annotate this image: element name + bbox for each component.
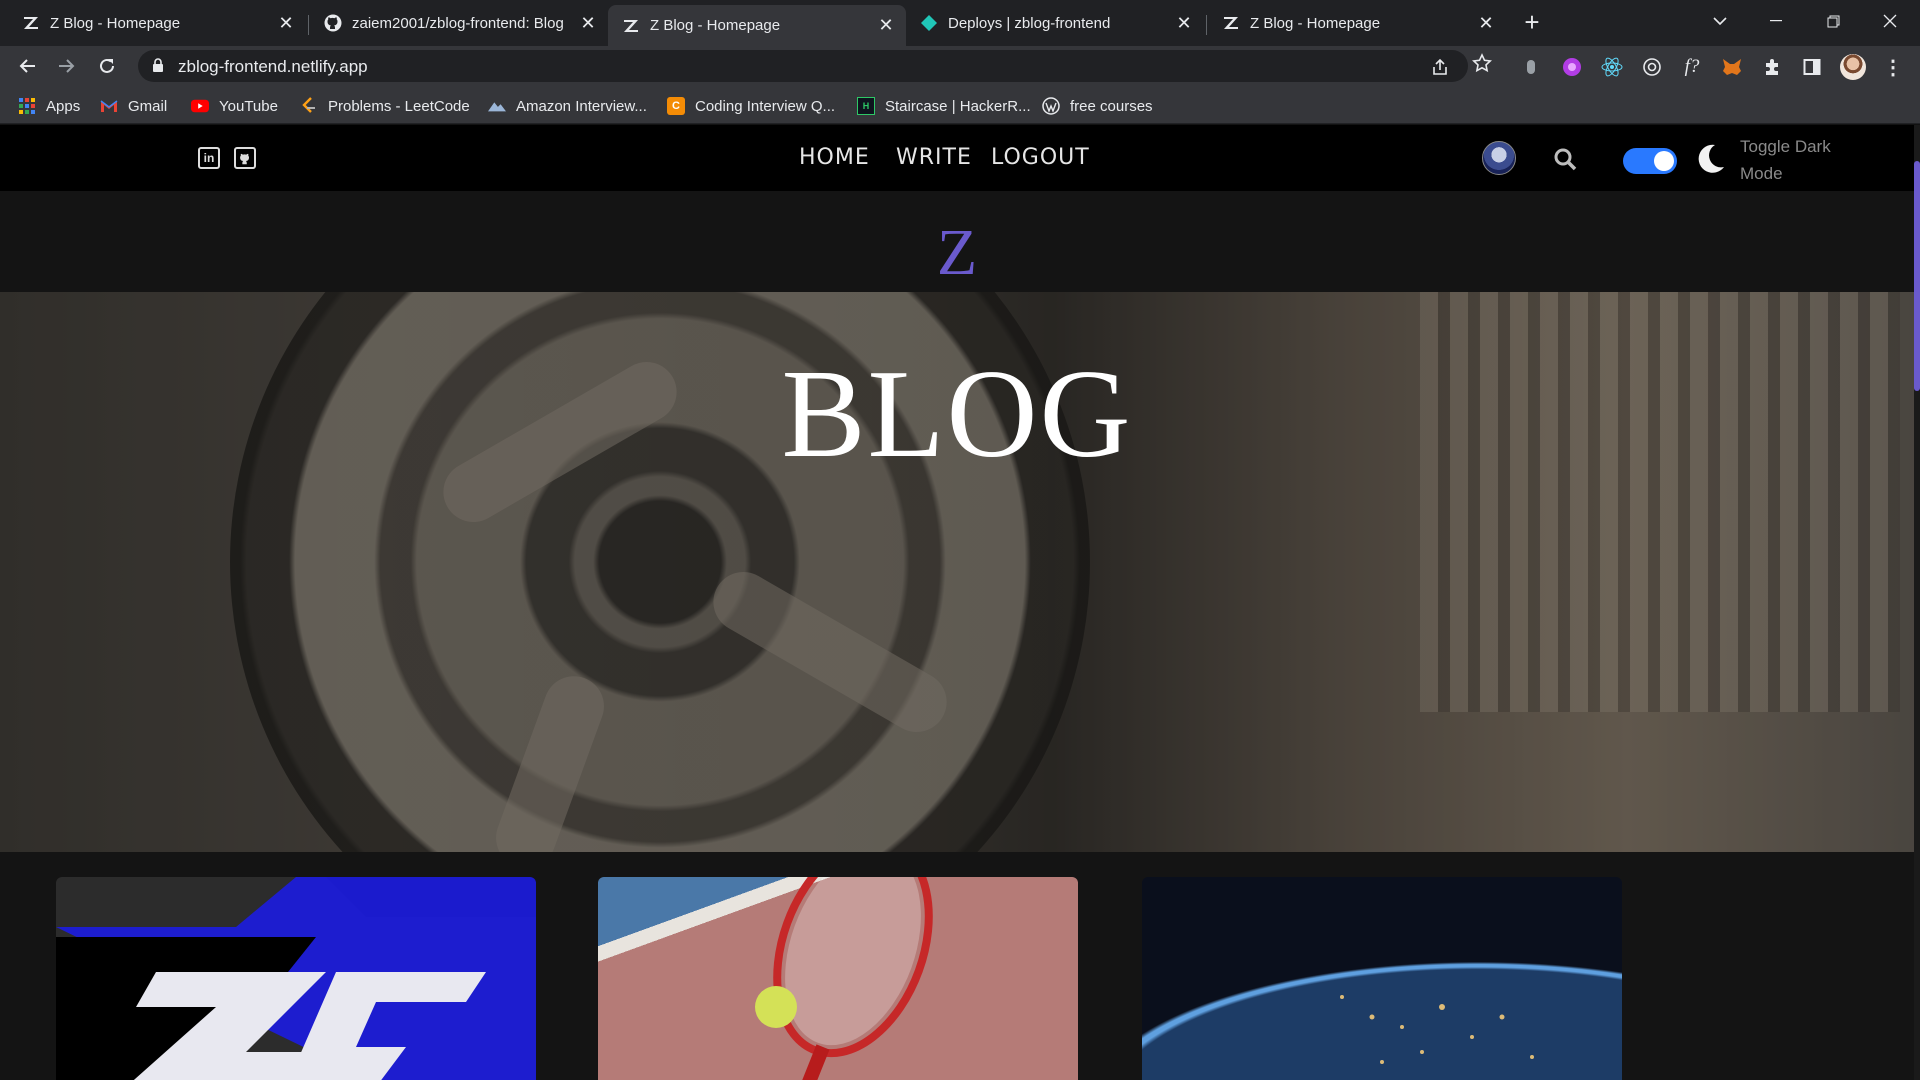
- restore-window-icon[interactable]: [1813, 6, 1853, 36]
- user-avatar[interactable]: [1482, 141, 1516, 175]
- earth-at-night-image: [1340, 995, 1534, 1064]
- extensions-puzzle-icon[interactable]: [1761, 56, 1783, 78]
- extension-icon-1[interactable]: [1520, 56, 1542, 78]
- bookmark-leetcode[interactable]: Problems - LeetCode: [300, 95, 470, 117]
- site-navbar: in HOME WRITE LOGOUT Toggle Dark Mode: [0, 125, 1914, 191]
- bookmark-label: Staircase | HackerR...: [885, 97, 1031, 115]
- github-link-icon[interactable]: [234, 147, 256, 169]
- bookmark-coding-interview[interactable]: C Coding Interview Q...: [667, 95, 835, 117]
- browser-tab-active[interactable]: Z Blog - Homepage ✕: [608, 5, 906, 46]
- nav-logout-link[interactable]: LOGOUT: [991, 145, 1090, 170]
- nav-home-link[interactable]: HOME: [799, 145, 870, 170]
- tab-separator: [308, 15, 309, 35]
- tab-search-icon[interactable]: [1700, 6, 1740, 36]
- react-devtools-icon[interactable]: [1601, 56, 1623, 78]
- bookmark-apps[interactable]: Apps: [18, 95, 80, 117]
- bookmark-label: Coding Interview Q...: [695, 97, 836, 115]
- post-card-image[interactable]: [598, 877, 1078, 1080]
- lock-icon: [152, 58, 164, 78]
- close-tab-icon[interactable]: ✕: [1474, 11, 1498, 35]
- close-window-icon[interactable]: [1870, 6, 1910, 36]
- bookmark-amazon-interview[interactable]: Amazon Interview...: [488, 95, 647, 117]
- post-card-image[interactable]: [56, 877, 536, 1080]
- tab-title: Deploys | zblog-frontend: [948, 14, 1111, 32]
- bookmark-star-icon[interactable]: [1472, 53, 1492, 73]
- profile-avatar[interactable]: [1840, 54, 1866, 80]
- bookmark-label: YouTube: [219, 97, 278, 115]
- linkedin-icon[interactable]: in: [198, 147, 220, 169]
- browser-tab[interactable]: Z Blog - Homepage ✕: [8, 5, 306, 41]
- browser-tab[interactable]: Z Blog - Homepage ✕: [1208, 5, 1506, 41]
- bookmark-label: Amazon Interview...: [516, 97, 647, 115]
- toggle-knob: [1654, 151, 1674, 171]
- tab-separator: [1206, 15, 1207, 35]
- post-card-image[interactable]: [1142, 877, 1622, 1080]
- search-icon[interactable]: [1553, 147, 1577, 171]
- extension-icon-3[interactable]: [1641, 56, 1663, 78]
- close-tab-icon[interactable]: ✕: [274, 11, 298, 35]
- bookmark-youtube[interactable]: YouTube: [191, 95, 278, 117]
- bookmark-label: Problems - LeetCode: [328, 97, 470, 115]
- url-text: zblog-frontend.netlify.app: [178, 57, 368, 76]
- metamask-icon[interactable]: [1721, 56, 1743, 78]
- extension-icon-2[interactable]: [1561, 56, 1583, 78]
- reload-button[interactable]: [93, 52, 121, 80]
- z-logo-icon: [22, 14, 40, 32]
- brand-title: BLOG: [781, 345, 1133, 484]
- close-tab-icon[interactable]: ✕: [576, 11, 600, 35]
- side-panel-icon[interactable]: [1801, 56, 1823, 78]
- z-logo-icon: [1222, 14, 1240, 32]
- leetcode-icon: [300, 97, 318, 115]
- new-tab-button[interactable]: +: [1518, 9, 1546, 37]
- gmail-icon: [100, 97, 118, 115]
- hackerrank-icon: H: [857, 97, 875, 115]
- bookmark-free-courses[interactable]: free courses: [1042, 95, 1153, 117]
- netlify-icon: [920, 14, 938, 32]
- bookmark-label: Gmail: [128, 97, 168, 115]
- coding-interview-icon: C: [667, 97, 685, 115]
- browser-tab[interactable]: Deploys | zblog-frontend ✕: [906, 5, 1204, 41]
- address-bar[interactable]: zblog-frontend.netlify.app: [138, 50, 1468, 82]
- tab-title: Z Blog - Homepage: [650, 17, 781, 34]
- nav-write-link[interactable]: WRITE: [896, 145, 972, 170]
- brand-z-letter: Z: [936, 216, 978, 289]
- forward-button[interactable]: [53, 52, 81, 80]
- github-icon: [324, 14, 342, 32]
- zg-logo-image: [56, 877, 536, 1080]
- close-tab-icon[interactable]: ✕: [874, 14, 898, 38]
- tab-title: zaiem2001/zblog-frontend: Blog: [352, 14, 564, 32]
- bookmark-label: free courses: [1070, 97, 1153, 115]
- close-tab-icon[interactable]: ✕: [1172, 11, 1196, 35]
- dark-mode-toggle[interactable]: [1623, 148, 1677, 174]
- z-logo-icon: [622, 17, 640, 35]
- tennis-racket-image: [755, 877, 933, 1080]
- bookmarks-bar: Apps Gmail YouTube Problems - LeetCode A…: [0, 86, 1920, 124]
- chrome-menu-icon[interactable]: ⋮: [1882, 56, 1904, 79]
- wordpress-icon: [1042, 97, 1060, 115]
- youtube-icon: [191, 97, 209, 115]
- amazon-icon: [488, 97, 506, 115]
- apps-grid-icon: [18, 97, 36, 115]
- bookmark-hackerrank[interactable]: H Staircase | HackerR...: [857, 95, 1031, 117]
- minimize-window-icon[interactable]: [1756, 6, 1796, 36]
- share-icon[interactable]: [1430, 57, 1450, 77]
- tab-title: Z Blog - Homepage: [50, 14, 181, 32]
- browser-tab-strip: Z Blog - Homepage ✕ zaiem2001/zblog-fron…: [0, 0, 1920, 46]
- back-button[interactable]: [13, 52, 41, 80]
- browser-tab[interactable]: zaiem2001/zblog-frontend: Blog ✕: [310, 5, 608, 41]
- bookmark-gmail[interactable]: Gmail: [100, 95, 167, 117]
- tab-title: Z Blog - Homepage: [1250, 14, 1381, 32]
- toggle-dark-mode-label: Toggle Dark Mode: [1740, 137, 1831, 183]
- bookmark-label: Apps: [46, 97, 81, 115]
- page-scrollbar-thumb[interactable]: [1914, 161, 1920, 391]
- browser-toolbar: zblog-frontend.netlify.app f? ⋮: [0, 46, 1920, 86]
- moon-icon: [1693, 141, 1727, 175]
- font-finder-icon[interactable]: f?: [1681, 56, 1703, 78]
- blog-page: in HOME WRITE LOGOUT Toggle Dark Mode Z …: [0, 125, 1920, 1080]
